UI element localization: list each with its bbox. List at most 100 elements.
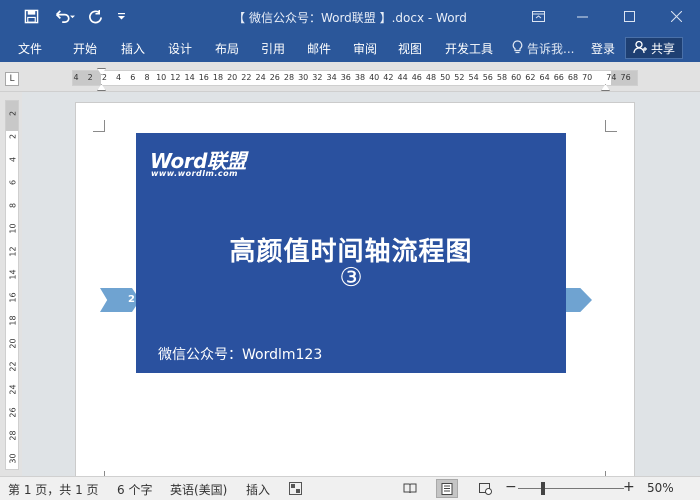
ruler-tick-label: 28 — [8, 430, 18, 441]
web-layout-icon[interactable] — [474, 479, 496, 498]
ruler-tick-label: 16 — [198, 73, 209, 82]
ruler-tick-label: 52 — [454, 73, 465, 82]
ruler-tick-label: 6 — [130, 73, 136, 82]
ruler-tick-label: 54 — [468, 73, 479, 82]
ruler-tick-label: 30 — [298, 73, 309, 82]
share-label: 共享 — [650, 41, 675, 56]
crop-mark — [93, 120, 105, 132]
tab-selector[interactable]: L — [5, 72, 19, 86]
timeline-arrow-right[interactable] — [566, 288, 592, 312]
document-page[interactable]: 2 Word联盟 www.wordlm.com 高颜值时间轴流程图 ③ 微信公众… — [75, 102, 635, 483]
ruler-tick-label: 16 — [8, 292, 18, 303]
ruler-bar: L 4 2 2 4 6 8 10 12 14 16 18 20 22 24 26 28 30 32 34 36 38 40… — [0, 62, 700, 92]
timeline-step-label: 2 — [128, 294, 135, 305]
tab-home[interactable]: 开始 — [73, 40, 97, 57]
word-count[interactable]: 6 个字 — [117, 481, 152, 498]
ruler-tick-label: 46 — [411, 73, 422, 82]
signin-link[interactable]: 登录 — [591, 40, 615, 57]
macro-recording-icon[interactable] — [284, 479, 306, 498]
ruler-tick-label: 24 — [8, 384, 18, 395]
tab-file[interactable]: 文件 — [18, 40, 42, 57]
ruler-tick-label: 22 — [241, 73, 252, 82]
zoom-level[interactable]: 50% — [647, 481, 674, 495]
title-banner-image[interactable]: Word联盟 www.wordlm.com 高颜值时间轴流程图 ③ 微信公众号：… — [136, 133, 566, 373]
tab-review[interactable]: 审阅 — [353, 40, 377, 57]
ruler-tick-label: 68 — [567, 73, 579, 82]
ruler-tick-label: 4 — [8, 156, 18, 163]
ruler-tick-label: 48 — [425, 73, 437, 82]
tab-design[interactable]: 设计 — [168, 40, 192, 57]
title-bar: 【 微信公众号：Word联盟 】.docx - Word — [0, 0, 700, 34]
tab-mailings[interactable]: 邮件 — [307, 40, 331, 57]
ruler-tick-label: 34 — [326, 73, 337, 82]
ruler-tick-label: 36 — [340, 73, 351, 82]
ruler-tick-label: 42 — [383, 73, 394, 82]
ruler-tick-label: 22 — [8, 361, 18, 372]
horizontal-ruler[interactable]: 4 2 2 4 6 8 10 12 14 16 18 20 22 24 26 28 30 32 34 36 38 40 42… — [72, 70, 638, 86]
zoom-out-button[interactable]: − — [505, 479, 517, 495]
zoom-slider-thumb[interactable] — [541, 482, 545, 495]
document-canvas[interactable]: 2 Word联盟 www.wordlm.com 高颜值时间轴流程图 ③ 微信公众… — [22, 92, 700, 483]
tab-insert[interactable]: 插入 — [121, 40, 145, 57]
language-indicator[interactable]: 英语(美国) — [170, 481, 227, 498]
ruler-tick-label: 2 — [101, 73, 107, 82]
wordlm-logo-url: www.wordlm.com — [151, 169, 238, 178]
ruler-tick-label: 4 — [73, 73, 79, 82]
ribbon-display-icon[interactable] — [524, 4, 552, 28]
read-mode-icon[interactable] — [399, 479, 421, 498]
tab-references[interactable]: 引用 — [261, 40, 285, 57]
vertical-ruler-area: 2 2 4 6 8 10 12 14 16 18 20 22 24 26 28 30 — [0, 92, 22, 476]
ruler-tick-label: 66 — [553, 73, 564, 82]
ruler-tick-label: 20 — [8, 338, 18, 349]
horizontal-ruler-ticks: 4 2 2 4 6 8 10 12 14 16 18 20 22 24 26 28 30 32 34 36 38 40 42… — [73, 71, 637, 85]
lightbulb-icon — [512, 40, 523, 57]
close-icon[interactable] — [662, 4, 690, 28]
ruler-tick-label: 44 — [397, 73, 408, 82]
ruler-tick-label: 64 — [539, 73, 550, 82]
ruler-tick-label: 10 — [8, 223, 18, 234]
ruler-tick-label: 12 — [170, 73, 181, 82]
ruler-tick-label: 40 — [369, 73, 380, 82]
ruler-tick-label: 2 — [87, 73, 93, 82]
share-button[interactable]: 共享 — [625, 37, 683, 59]
zoom-slider-track[interactable] — [518, 488, 624, 489]
person-icon — [633, 40, 647, 57]
tell-me-box[interactable]: 告诉我... — [512, 40, 574, 57]
ruler-tick-label: 14 — [184, 73, 195, 82]
vertical-ruler[interactable]: 2 2 4 6 8 10 12 14 16 18 20 22 24 26 28 30 — [5, 100, 19, 470]
ruler-tick-label: 2 — [8, 110, 18, 117]
tab-layout[interactable]: 布局 — [215, 40, 239, 57]
ruler-tick-label: 26 — [8, 407, 18, 418]
maximize-icon[interactable] — [615, 4, 643, 28]
tell-me-label: 告诉我... — [527, 42, 575, 56]
zoom-in-button[interactable]: + — [623, 479, 635, 495]
ruler-tick-label: 70 — [582, 73, 593, 82]
ribbon-tabs: 文件 开始 插入 设计 布局 引用 邮件 审阅 视图 开发工具 告诉我... 登… — [0, 34, 700, 62]
ruler-tick-label: 8 — [8, 202, 18, 209]
ruler-tick-label: 8 — [144, 73, 150, 82]
ruler-tick-label: 74 — [606, 73, 617, 82]
ruler-tick-label: 38 — [354, 73, 366, 82]
tab-developer[interactable]: 开发工具 — [445, 40, 493, 57]
ruler-tick-label: 56 — [482, 73, 493, 82]
ruler-tick-label: 14 — [8, 269, 18, 280]
ruler-tick-label: 76 — [620, 73, 631, 82]
page-count[interactable]: 第 1 页，共 1 页 — [8, 481, 99, 498]
ruler-tick-label: 26 — [269, 73, 280, 82]
banner-number: ③ — [339, 263, 363, 293]
print-layout-icon[interactable] — [436, 479, 458, 498]
ruler-tick-label: 30 — [8, 453, 18, 464]
ruler-tick-label: 50 — [440, 73, 451, 82]
ruler-tick-label: 10 — [156, 73, 167, 82]
crop-mark — [605, 120, 617, 132]
ruler-tick-label: 2 — [8, 133, 18, 140]
ruler-tick-label: 60 — [511, 73, 522, 82]
insert-mode[interactable]: 插入 — [246, 481, 270, 498]
ruler-tick-label: 4 — [116, 73, 122, 82]
ruler-tick-label: 58 — [496, 73, 508, 82]
minimize-icon[interactable] — [568, 4, 596, 28]
tab-view[interactable]: 视图 — [398, 40, 422, 57]
ruler-tick-label: 20 — [227, 73, 238, 82]
ruler-tick-label: 28 — [283, 73, 295, 82]
ruler-tick-label: 18 — [212, 73, 224, 82]
